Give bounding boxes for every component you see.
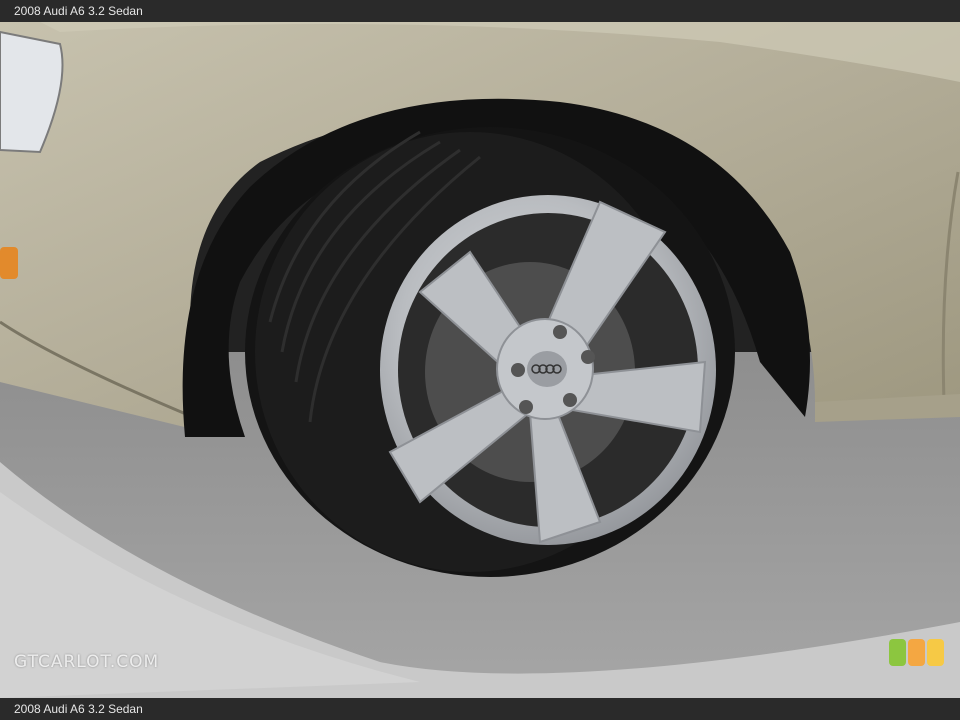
badge-orange bbox=[908, 639, 925, 666]
side-marker bbox=[0, 247, 18, 279]
site-badge bbox=[889, 639, 944, 666]
photo-viewer: 2008 Audi A6 3.2 Sedan GTCARLOT.COM 2008… bbox=[0, 0, 960, 720]
badge-green bbox=[889, 639, 906, 666]
watermark-text: GTCARLOT.COM bbox=[14, 652, 160, 672]
photo-title: 2008 Audi A6 3.2 Sedan bbox=[0, 0, 960, 22]
photo-caption: 2008 Audi A6 3.2 Sedan bbox=[0, 698, 960, 720]
wheel-illustration bbox=[0, 22, 960, 698]
badge-yellow bbox=[927, 639, 944, 666]
car-wheel-photo: GTCARLOT.COM bbox=[0, 22, 960, 698]
